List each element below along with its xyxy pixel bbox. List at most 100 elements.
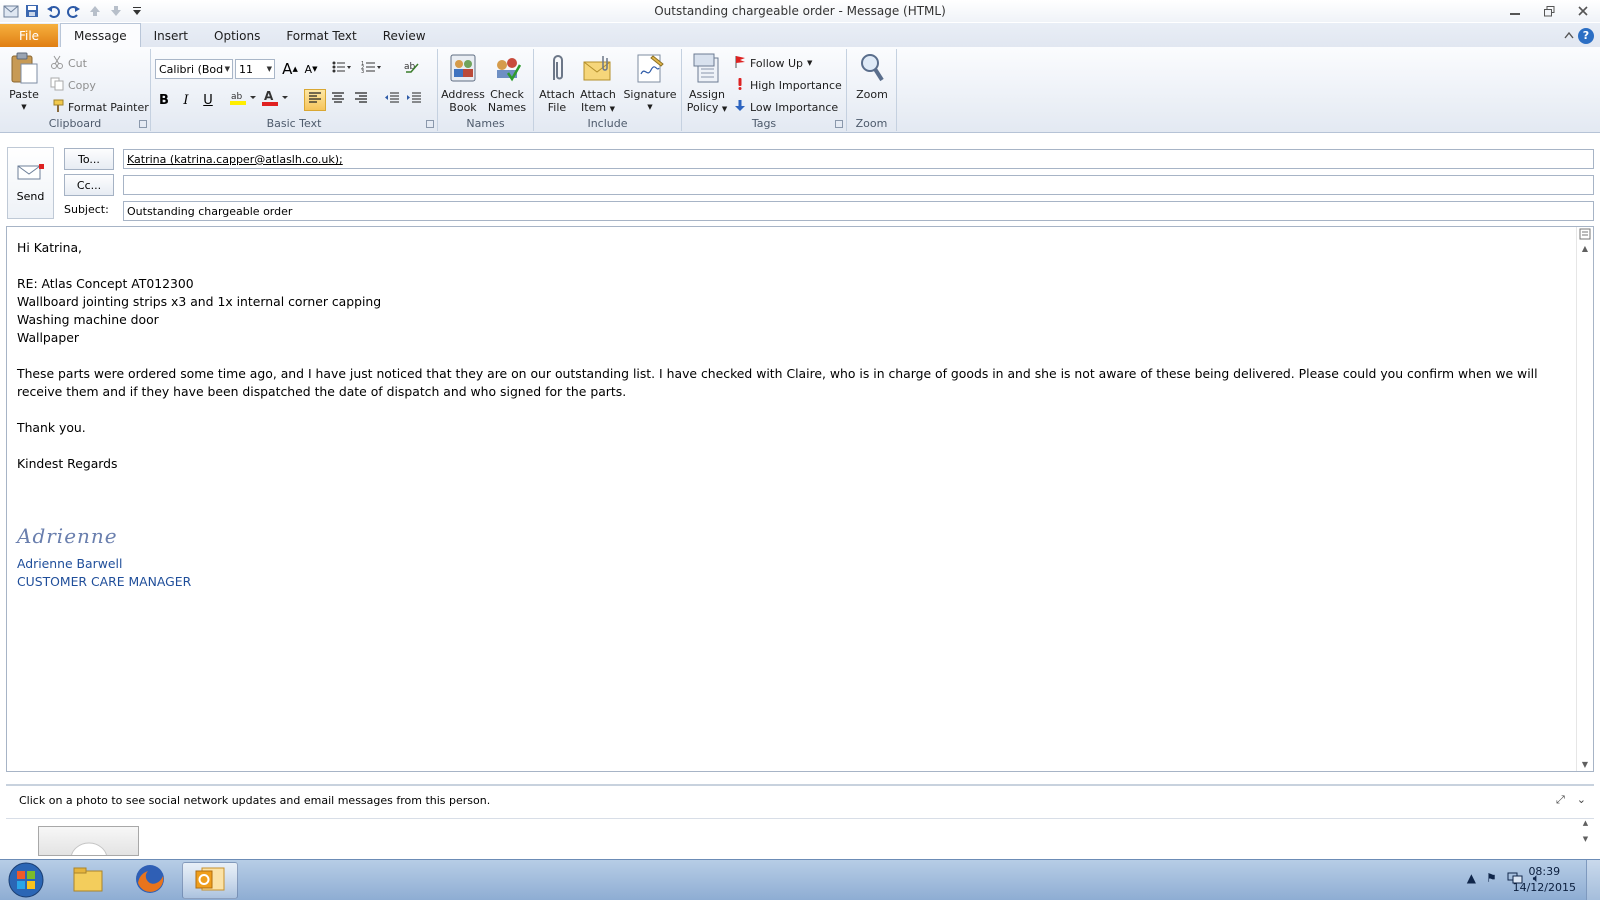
chevron-down-icon[interactable]: ⌄ bbox=[1577, 793, 1586, 807]
grow-font-button[interactable]: A ▲ bbox=[279, 58, 301, 80]
body-line: RE: Atlas Concept AT012300 bbox=[17, 276, 194, 291]
spelling-icon: ab bbox=[404, 60, 420, 78]
recipient-chip[interactable]: Katrina (katrina.capper@atlaslh.co.uk); bbox=[127, 153, 343, 166]
to-field[interactable]: Katrina (katrina.capper@atlaslh.co.uk); bbox=[123, 149, 1594, 169]
tags-launcher-icon[interactable] bbox=[835, 120, 843, 128]
follow-up-button[interactable]: Follow Up ▼ bbox=[734, 53, 812, 73]
taskbar-explorer[interactable] bbox=[60, 862, 116, 899]
down-arrow-icon bbox=[734, 99, 746, 115]
italic-button[interactable]: I bbox=[175, 89, 197, 111]
underline-button[interactable]: U bbox=[197, 89, 219, 111]
quick-access-toolbar bbox=[0, 2, 146, 20]
minimize-ribbon-icon[interactable] bbox=[1564, 29, 1574, 42]
align-right-icon bbox=[354, 92, 368, 108]
increase-indent-button[interactable] bbox=[403, 89, 425, 111]
styles-button[interactable]: ab bbox=[401, 58, 423, 80]
taskbar-outlook[interactable] bbox=[182, 862, 238, 899]
scissors-icon bbox=[50, 55, 64, 72]
paste-icon bbox=[8, 52, 40, 84]
people-pane: ▲ ▼ bbox=[6, 818, 1594, 856]
cc-button[interactable]: Cc... bbox=[64, 174, 114, 196]
people-pane-splitter[interactable] bbox=[6, 784, 1594, 786]
redo-icon[interactable] bbox=[65, 2, 83, 20]
align-right-button[interactable] bbox=[350, 89, 372, 111]
scroll-down-icon[interactable]: ▼ bbox=[1583, 835, 1588, 843]
tab-file[interactable]: File bbox=[0, 24, 58, 47]
font-size-select[interactable]: 11 ▼ bbox=[235, 59, 275, 79]
attach-file-button[interactable]: Attach File bbox=[538, 52, 576, 114]
copy-button[interactable]: Copy bbox=[50, 75, 96, 95]
signature-button[interactable]: Signature ▼ bbox=[622, 52, 678, 114]
zoom-button[interactable]: Zoom bbox=[853, 52, 891, 101]
taskbar-firefox[interactable] bbox=[122, 862, 178, 899]
start-button[interactable] bbox=[4, 862, 48, 900]
clipboard-launcher-icon[interactable] bbox=[139, 120, 147, 128]
bullets-button[interactable] bbox=[331, 58, 353, 80]
outlook-app-icon[interactable] bbox=[2, 2, 20, 20]
customize-qat-icon[interactable] bbox=[128, 2, 146, 20]
message-body[interactable]: Hi Katrina, RE: Atlas Concept AT012300 W… bbox=[6, 226, 1594, 772]
tab-review[interactable]: Review bbox=[370, 24, 439, 47]
restore-button[interactable] bbox=[1532, 0, 1566, 22]
high-importance-button[interactable]: High Importance bbox=[734, 75, 842, 95]
tags-group: Assign Policy ▼ Follow Up ▼ High Importa… bbox=[682, 49, 847, 131]
format-painter-button[interactable]: Format Painter bbox=[50, 97, 149, 117]
names-label: Names bbox=[466, 117, 505, 130]
paste-button[interactable]: Paste ▼ bbox=[8, 52, 40, 114]
cut-button[interactable]: Cut bbox=[50, 53, 87, 73]
body-line: Washing machine door bbox=[17, 312, 159, 327]
contact-photo[interactable] bbox=[38, 826, 139, 856]
taskbar-clock[interactable]: 08:39 14/12/2015 bbox=[1513, 864, 1576, 896]
attach-item-button[interactable]: Attach Item ▼ bbox=[578, 52, 618, 116]
basic-text-launcher-icon[interactable] bbox=[426, 120, 434, 128]
svg-text:ab: ab bbox=[404, 62, 416, 72]
save-icon[interactable] bbox=[23, 2, 41, 20]
check-names-button[interactable]: Check Names bbox=[486, 52, 528, 114]
tab-insert[interactable]: Insert bbox=[141, 24, 201, 47]
previous-item-icon[interactable] bbox=[86, 2, 104, 20]
decrease-indent-button[interactable] bbox=[381, 89, 403, 111]
svg-text:ab: ab bbox=[231, 92, 243, 102]
send-icon bbox=[17, 163, 45, 184]
help-icon[interactable]: ? bbox=[1578, 27, 1594, 44]
ruler-toggle-icon[interactable] bbox=[1577, 227, 1593, 241]
assign-policy-button[interactable]: Assign Policy ▼ bbox=[686, 52, 728, 116]
address-book-button[interactable]: Address Book bbox=[441, 52, 485, 114]
numbering-button[interactable]: 123 bbox=[361, 58, 383, 80]
body-scrollbar[interactable]: ▲ ▼ bbox=[1576, 227, 1593, 771]
to-button[interactable]: To... bbox=[64, 148, 114, 170]
minimize-button[interactable] bbox=[1498, 0, 1532, 22]
low-importance-button[interactable]: Low Importance bbox=[734, 97, 838, 117]
scroll-up-icon[interactable]: ▲ bbox=[1577, 241, 1593, 255]
action-center-flag-icon[interactable]: ⚑ bbox=[1486, 871, 1497, 888]
highlight-button[interactable]: ab bbox=[229, 89, 259, 111]
cc-field[interactable] bbox=[123, 175, 1594, 195]
close-button[interactable] bbox=[1566, 0, 1600, 22]
closing-line: Kindest Regards bbox=[17, 456, 118, 471]
tab-format-text[interactable]: Format Text bbox=[273, 24, 369, 47]
bullets-icon bbox=[332, 60, 352, 78]
paperclip-icon bbox=[541, 52, 573, 84]
show-desktop-button[interactable] bbox=[1586, 860, 1600, 900]
shrink-font-button[interactable]: A ▼ bbox=[300, 58, 322, 80]
align-center-button[interactable] bbox=[327, 89, 349, 111]
tab-options[interactable]: Options bbox=[201, 24, 273, 47]
bold-button[interactable]: B bbox=[153, 89, 175, 111]
people-pane-scrollbar[interactable]: ▲ ▼ bbox=[1577, 819, 1594, 855]
subject-field[interactable]: Outstanding chargeable order bbox=[123, 201, 1594, 221]
font-color-button[interactable]: A bbox=[261, 89, 291, 111]
show-hidden-icons-icon[interactable]: ▲ bbox=[1467, 871, 1476, 888]
scroll-up-icon[interactable]: ▲ bbox=[1583, 819, 1588, 827]
signature-name: Adrienne Barwell bbox=[17, 556, 123, 571]
send-button[interactable]: Send bbox=[7, 147, 54, 219]
font-family-select[interactable]: Calibri (Body)▼ bbox=[155, 59, 233, 79]
scroll-down-icon[interactable]: ▼ bbox=[1577, 757, 1593, 771]
people-pane-header: Click on a photo to see social network u… bbox=[6, 789, 1594, 811]
expand-icon[interactable]: ⤢ bbox=[1556, 793, 1565, 807]
next-item-icon[interactable] bbox=[107, 2, 125, 20]
tab-message[interactable]: Message bbox=[60, 23, 141, 47]
message-body-text[interactable]: Hi Katrina, RE: Atlas Concept AT012300 W… bbox=[17, 239, 1557, 591]
undo-icon[interactable] bbox=[44, 2, 62, 20]
align-left-button[interactable] bbox=[304, 89, 326, 111]
magnifier-icon bbox=[856, 52, 888, 84]
